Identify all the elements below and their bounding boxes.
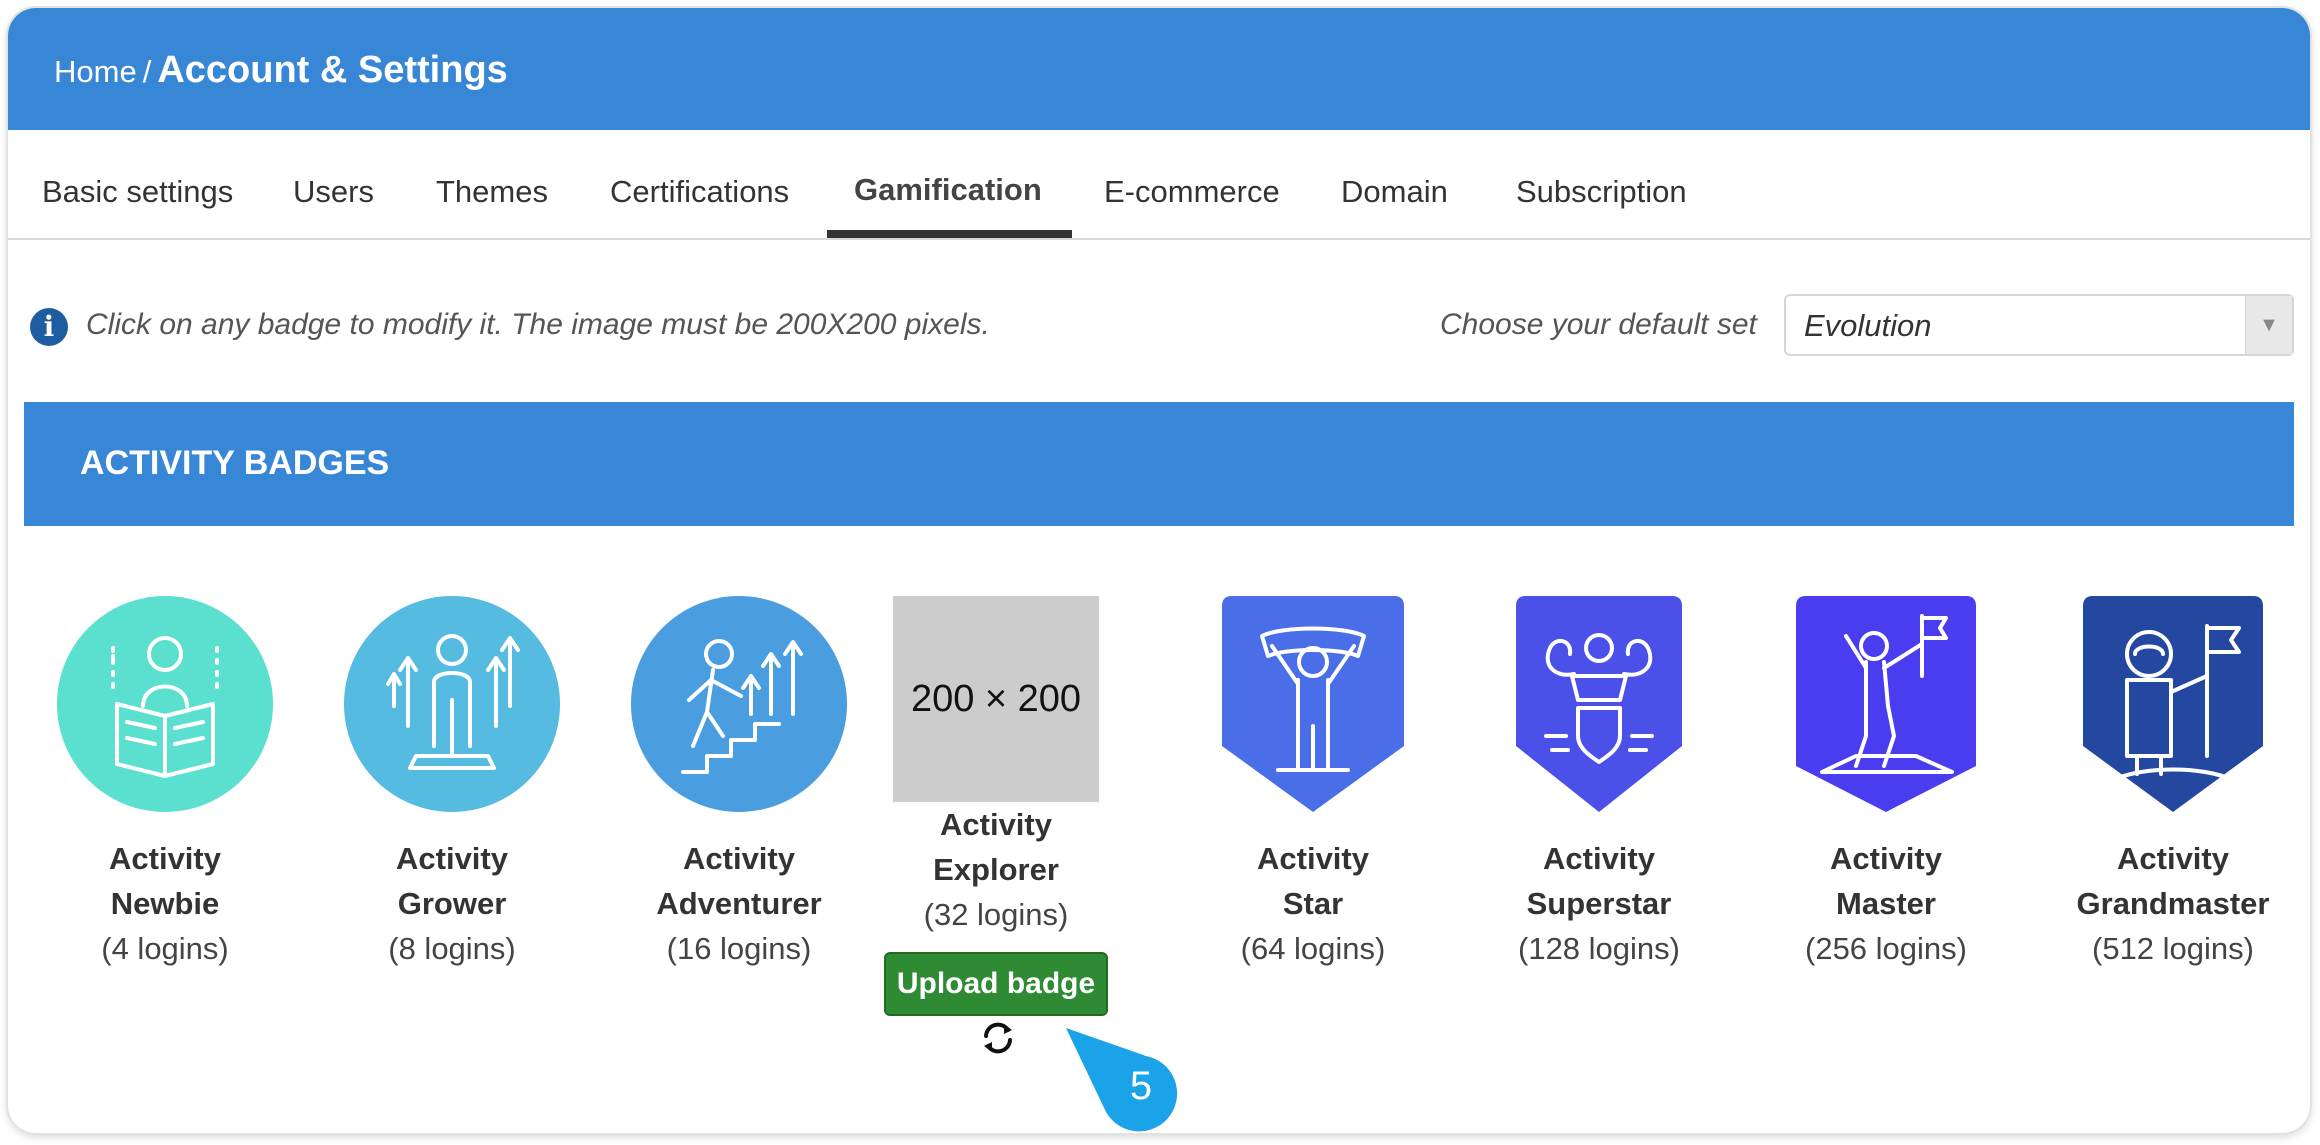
breadcrumb-home[interactable]: Home	[54, 54, 137, 89]
badge-title: Superstar	[1526, 886, 1672, 921]
badge-activity-explorer[interactable]: 200 × 200 Activity Explorer (32 logins)	[885, 596, 1107, 937]
section-title: ACTIVITY BADGES	[80, 444, 390, 482]
strongman-icon	[1516, 596, 1682, 812]
chevron-down-icon: ▼	[2245, 296, 2292, 354]
tab-e-commerce[interactable]: E-commerce	[1104, 174, 1280, 210]
app-window: Home / Account & Settings Basic settings U…	[8, 8, 2310, 1133]
stairs-icon	[631, 596, 847, 812]
badge-activity-master[interactable]: Activity Master (256 logins)	[1746, 596, 2026, 971]
info-icon: i	[30, 308, 68, 346]
badge-activity-grandmaster[interactable]: Activity Grandmaster (512 logins)	[2033, 596, 2310, 971]
badge-title: Activity	[940, 807, 1052, 842]
astronaut-icon	[2083, 596, 2263, 812]
header-bar: Home / Account & Settings	[8, 8, 2310, 130]
active-tab-indicator	[827, 230, 1072, 238]
badge-title: Activity	[2117, 841, 2229, 876]
tab-certifications[interactable]: Certifications	[610, 174, 789, 210]
badge-title: Activity	[683, 841, 795, 876]
refresh-icon[interactable]	[978, 1018, 1018, 1058]
tab-basic-settings[interactable]: Basic settings	[42, 174, 233, 210]
badge-requirement: (64 logins)	[1240, 931, 1386, 966]
badge-title: Activity	[1830, 841, 1942, 876]
default-set-select[interactable]: Evolution ▼	[1784, 294, 2294, 356]
badge-requirement: (32 logins)	[923, 897, 1069, 932]
tab-subscription[interactable]: Subscription	[1516, 174, 1687, 210]
badge-requirement: (16 logins)	[666, 931, 812, 966]
champion-icon	[1222, 596, 1404, 812]
badge-title: Adventurer	[656, 886, 822, 921]
info-row: i Click on any badge to modify it. The i…	[8, 294, 2310, 364]
default-set-value: Evolution	[1804, 308, 1932, 343]
tab-domain[interactable]: Domain	[1341, 174, 1448, 210]
badge-title: Newbie	[110, 886, 220, 921]
settings-tabs: Basic settings Users Themes Certificatio…	[8, 130, 2310, 240]
section-header: ACTIVITY BADGES	[24, 402, 2294, 526]
badge-title: Activity	[1257, 841, 1369, 876]
badge-title: Grower	[397, 886, 507, 921]
badge-activity-star[interactable]: Activity Star (64 logins)	[1173, 596, 1453, 971]
badge-title: Activity	[396, 841, 508, 876]
default-set-label: Choose your default set	[1440, 308, 1757, 341]
badge-requirement: (512 logins)	[2092, 931, 2254, 966]
badge-title: Master	[1836, 886, 1936, 921]
info-text: Click on any badge to modify it. The ima…	[86, 308, 990, 341]
badge-title: Activity	[1543, 841, 1655, 876]
badge-title: Activity	[109, 841, 221, 876]
badge-activity-adventurer[interactable]: Activity Adventurer (16 logins)	[599, 596, 879, 971]
page-title: Account & Settings	[157, 49, 508, 91]
badge-title: Grandmaster	[2076, 886, 2270, 921]
tab-gamification[interactable]: Gamification	[854, 172, 1042, 208]
breadcrumb-separator: /	[142, 54, 152, 89]
reader-icon	[57, 596, 273, 812]
badge-activity-grower[interactable]: Activity Grower (8 logins)	[312, 596, 592, 971]
breadcrumb: Home / Account & Settings	[54, 50, 508, 92]
flag-summit-icon	[1796, 596, 1976, 812]
upload-badge-button[interactable]: Upload badge	[884, 952, 1108, 1016]
tab-themes[interactable]: Themes	[436, 174, 548, 210]
badge-image-placeholder: 200 × 200	[893, 596, 1099, 802]
step-number: 5	[1129, 1064, 1153, 1108]
grower-icon	[344, 596, 560, 812]
badge-requirement: (8 logins)	[388, 931, 516, 966]
badge-requirement: (128 logins)	[1518, 931, 1680, 966]
badge-title: Explorer	[933, 852, 1059, 887]
badge-requirement: (4 logins)	[101, 931, 229, 966]
badge-activity-superstar[interactable]: Activity Superstar (128 logins)	[1459, 596, 1739, 971]
badge-title: Star	[1282, 886, 1344, 921]
badge-requirement: (256 logins)	[1805, 931, 1967, 966]
badge-activity-newbie[interactable]: Activity Newbie (4 logins)	[25, 596, 305, 971]
tab-users[interactable]: Users	[293, 174, 374, 210]
